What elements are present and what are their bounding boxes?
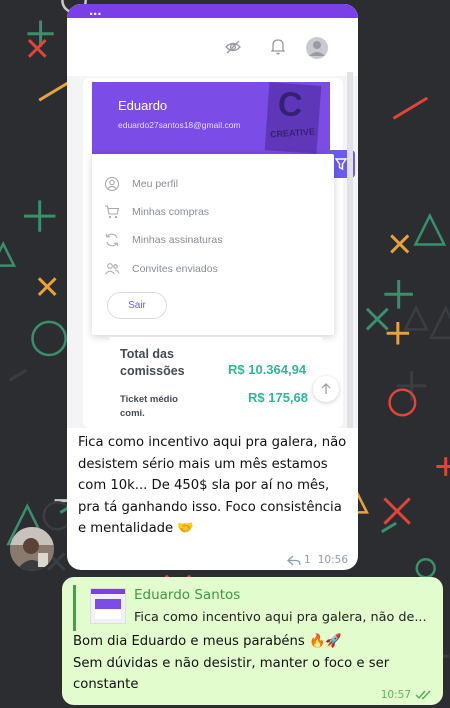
average-ticket-value: R$ 175,68 (248, 390, 308, 405)
total-commissions-label: Total das comissões (120, 347, 185, 378)
average-ticket-label: Ticket médio comi. (120, 394, 178, 419)
scroll-top-button[interactable] (313, 376, 339, 402)
user-name: Eduardo (118, 98, 168, 113)
creative-book-image: C CREATIVE (264, 82, 322, 154)
menu-item-meu-perfil[interactable]: Meu perfil (104, 174, 178, 194)
app-header (67, 18, 358, 86)
eye-off-icon (225, 40, 241, 54)
logout-button[interactable]: Sair (107, 292, 167, 319)
outgoing-message-text: Bom dia Eduardo e meus parabéns 🔥🚀 Sem d… (73, 634, 390, 692)
reply-icon (287, 555, 301, 565)
double-check-icon (415, 690, 431, 700)
menu-item-minhas-assinaturas[interactable]: Minhas assinaturas (104, 230, 222, 250)
sender-avatar[interactable] (10, 527, 54, 571)
quoted-author: Eduardo Santos (134, 587, 241, 603)
refresh-icon (105, 233, 119, 247)
attached-screenshot[interactable]: ... C CREATIVE Eduardo eduardo27santos18… (67, 4, 358, 428)
user-icon (104, 176, 120, 192)
reply-count[interactable]: 1 (304, 554, 311, 566)
quoted-message[interactable]: Eduardo Santos Fica como incentivo aqui … (73, 585, 435, 631)
total-commissions-value: R$ 10.364,94 (228, 362, 307, 377)
app-scrollbar (347, 72, 353, 428)
menu-item-convites-enviados[interactable]: Convites enviados (104, 259, 218, 279)
outgoing-message-meta: 10:57 (381, 689, 433, 701)
commission-stats: Total das comissões R$ 10.364,94 Ticket … (110, 337, 322, 428)
arrow-up-icon (321, 383, 331, 394)
cart-icon (105, 205, 120, 219)
profile-card: C CREATIVE Eduardo eduardo27santos18@gma… (92, 82, 330, 154)
incoming-message-text: Fica como incentivo aqui pra galera, não… (78, 435, 347, 536)
profile-avatar-icon (306, 37, 328, 59)
user-email: eduardo27santos18@gmail.com (118, 120, 241, 130)
incoming-message-meta: 1 10:56 (287, 554, 348, 566)
people-icon (105, 263, 120, 275)
bell-icon (271, 39, 285, 55)
outgoing-time: 10:57 (380, 689, 411, 701)
person-photo (10, 527, 54, 571)
menu-item-minhas-compras[interactable]: Minhas compras (104, 202, 209, 222)
app-logo: ... (89, 4, 102, 19)
app-top-bar: ... (67, 4, 358, 19)
thumbnail-image (91, 589, 125, 619)
incoming-time: 10:56 (317, 554, 348, 566)
quoted-thumbnail (90, 588, 126, 624)
outgoing-message[interactable]: Eduardo Santos Fica como incentivo aqui … (62, 577, 443, 705)
incoming-message[interactable]: ... C CREATIVE Eduardo eduardo27santos18… (67, 4, 358, 570)
profile-dropdown-menu: Meu perfil Minhas compras Minhas assinat… (92, 154, 334, 335)
quoted-preview: Fica como incentivo aqui pra galera, não… (134, 610, 427, 625)
